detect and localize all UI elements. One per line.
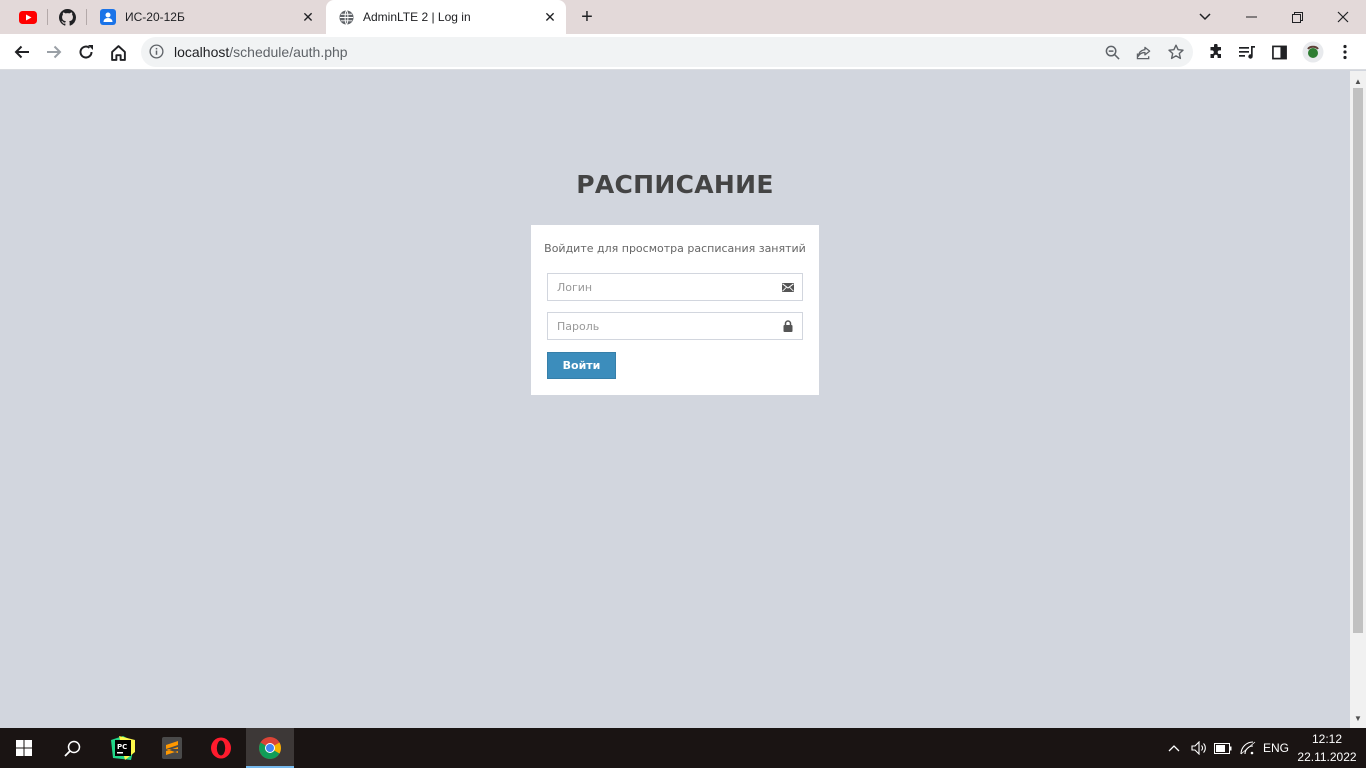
browser-menu-icon[interactable] <box>1331 38 1359 66</box>
windows-taskbar: PC ENG 12:12 22.11.2022 <box>0 728 1366 768</box>
github-icon <box>58 8 76 26</box>
youtube-icon <box>19 10 37 24</box>
url-host: localhost <box>174 44 230 60</box>
browser-tab-strip: ИС-20-12Б ✕ AdminLTE 2 | Log in ✕ + <box>0 0 1366 34</box>
site-info-icon[interactable] <box>149 44 165 60</box>
new-tab-button[interactable]: + <box>575 5 599 29</box>
address-bar[interactable]: localhost/schedule/auth.php <box>141 37 1193 67</box>
input-language-indicator[interactable]: ENG <box>1261 728 1291 768</box>
media-queue-icon[interactable] <box>1233 38 1261 66</box>
pinned-tab-youtube[interactable] <box>9 0 47 34</box>
tab-is-20-12b[interactable]: ИС-20-12Б ✕ <box>88 0 324 34</box>
extensions-puzzle-icon[interactable] <box>1202 38 1230 66</box>
login-box: Войдите для просмотра расписания занятий… <box>531 225 819 395</box>
envelope-icon <box>782 281 794 293</box>
bookmark-star-icon[interactable] <box>1167 43 1185 61</box>
taskbar-clock[interactable]: 12:12 22.11.2022 <box>1296 730 1358 766</box>
scroll-down-arrow-icon[interactable]: ▼ <box>1350 710 1366 726</box>
scrollbar-thumb[interactable] <box>1353 88 1363 633</box>
search-icon <box>63 740 80 757</box>
share-icon[interactable] <box>1135 43 1153 61</box>
lock-icon <box>782 320 794 332</box>
page-scrollbar[interactable]: ▲ ▼ <box>1350 71 1366 728</box>
start-button[interactable] <box>0 728 48 768</box>
home-icon[interactable] <box>104 38 132 66</box>
tab-close-icon[interactable]: ✕ <box>542 9 558 25</box>
tab-title: ИС-20-12Б <box>125 10 185 24</box>
pinned-tab-github[interactable] <box>48 0 86 34</box>
taskbar-app-sublime-text[interactable] <box>148 728 196 768</box>
windows-logo-icon <box>16 740 32 756</box>
pycharm-icon: PC <box>111 736 135 760</box>
tab-separator <box>86 9 87 25</box>
login-box-message: Войдите для просмотра расписания занятий <box>544 242 806 255</box>
tab-adminlte-login[interactable]: AdminLTE 2 | Log in ✕ <box>326 0 566 34</box>
tab-title: AdminLTE 2 | Log in <box>363 10 471 24</box>
url-path: /schedule/auth.php <box>229 44 348 60</box>
login-input[interactable] <box>548 274 768 300</box>
password-input[interactable] <box>548 313 768 339</box>
back-arrow-icon[interactable] <box>8 38 36 66</box>
opera-icon <box>211 737 231 759</box>
login-field[interactable] <box>547 273 803 301</box>
login-logo[interactable]: РАСПИСАНИЕ <box>0 170 1350 199</box>
taskbar-app-chrome[interactable] <box>246 728 294 768</box>
tab-search-chevron-icon[interactable] <box>1182 0 1228 34</box>
search-button[interactable] <box>48 728 96 768</box>
login-submit-button[interactable]: Войти <box>547 352 616 379</box>
reload-icon[interactable] <box>72 38 100 66</box>
tab-close-icon[interactable]: ✕ <box>300 9 316 25</box>
battery-icon[interactable] <box>1212 728 1234 768</box>
clock-date: 22.11.2022 <box>1297 750 1357 764</box>
chrome-icon <box>259 737 281 759</box>
taskbar-app-opera[interactable] <box>197 728 245 768</box>
minimize-icon[interactable] <box>1228 0 1274 34</box>
zoom-icon[interactable] <box>1103 43 1121 61</box>
contacts-icon <box>100 9 116 25</box>
profile-avatar-icon[interactable] <box>1299 38 1327 66</box>
svg-text:PC: PC <box>117 743 127 751</box>
show-hidden-icons-chevron-icon[interactable] <box>1164 728 1184 768</box>
url-text: localhost/schedule/auth.php <box>174 44 348 60</box>
globe-icon <box>338 9 354 25</box>
side-panel-icon[interactable] <box>1265 38 1293 66</box>
forward-arrow-icon[interactable] <box>40 38 68 66</box>
wifi-icon[interactable] <box>1237 728 1259 768</box>
restore-icon[interactable] <box>1274 0 1320 34</box>
browser-toolbar: localhost/schedule/auth.php <box>0 34 1366 70</box>
close-window-icon[interactable] <box>1320 0 1366 34</box>
scroll-up-arrow-icon[interactable]: ▲ <box>1350 73 1366 89</box>
volume-icon[interactable] <box>1188 728 1210 768</box>
sublime-text-icon <box>162 737 182 759</box>
taskbar-app-pycharm[interactable]: PC <box>99 728 147 768</box>
clock-time: 12:12 <box>1311 732 1343 746</box>
page-viewport: РАСПИСАНИЕ Войдите для просмотра расписа… <box>0 71 1350 728</box>
password-field[interactable] <box>547 312 803 340</box>
